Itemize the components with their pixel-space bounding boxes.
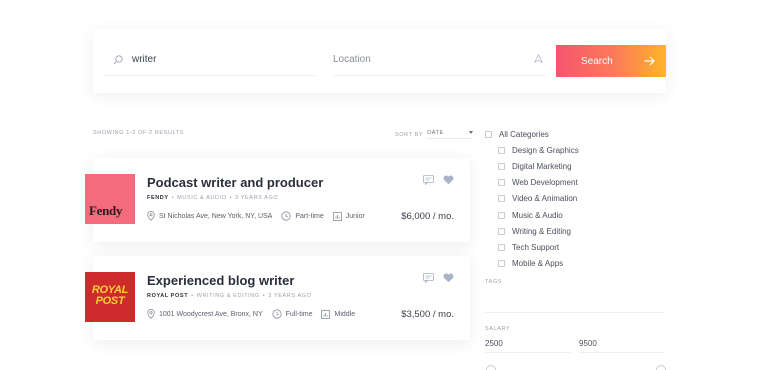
sort-select[interactable]: DATE <box>427 130 474 139</box>
checkbox[interactable] <box>498 162 505 170</box>
company-name[interactable]: FENDY <box>147 195 169 201</box>
job-type-text: Full-time <box>285 310 313 318</box>
job-level: Middle <box>321 309 356 319</box>
chevron-down-icon <box>469 131 474 134</box>
location-field[interactable]: Location <box>333 44 546 76</box>
job-posted: 3 YEARS AGO <box>235 195 279 201</box>
keyword-input[interactable]: writer <box>132 54 156 65</box>
job-location: 1001 Woodycrest Ave, Bronx, NY <box>147 309 263 319</box>
checkbox[interactable] <box>498 146 505 154</box>
salary-range-handle-min[interactable] <box>486 365 496 370</box>
category-label: Design & Graphics <box>512 145 579 155</box>
meta-separator: • <box>191 293 194 299</box>
checkbox[interactable] <box>498 260 505 268</box>
map-pin-icon <box>147 211 155 221</box>
level-chart-icon <box>332 211 342 221</box>
meta-separator: • <box>262 293 266 299</box>
category-option[interactable]: Tech Support <box>485 239 665 255</box>
sort-by: SORT BY DATE <box>395 130 474 139</box>
job-location: St Nicholas Ave, New York, NY, USA <box>147 211 272 221</box>
checkbox[interactable] <box>498 179 505 187</box>
meta-separator: • <box>171 195 175 201</box>
search-button[interactable]: Search <box>556 45 666 77</box>
clock-icon <box>281 211 291 221</box>
checkbox[interactable] <box>485 130 492 138</box>
company-name[interactable]: ROYAL POST <box>147 293 188 299</box>
heart-icon[interactable] <box>443 273 454 283</box>
card-actions <box>423 273 454 283</box>
company-logo: ROYAL POST <box>85 272 135 322</box>
card-actions <box>423 175 454 185</box>
level-chart-icon <box>321 309 331 319</box>
job-level-text: Middle <box>334 310 356 318</box>
category-filters: All Categories Design & Graphics Digital… <box>485 126 665 272</box>
category-option[interactable]: Web Development <box>485 175 665 191</box>
map-pin-icon <box>147 309 155 319</box>
job-salary: $3,500 / mo. <box>401 309 454 320</box>
job-info: 1001 Woodycrest Ave, Bronx, NY Full-time… <box>147 309 364 319</box>
checkbox[interactable] <box>498 227 505 235</box>
category-label: Digital Marketing <box>512 161 572 171</box>
job-level-text: Junior <box>345 212 365 220</box>
checkbox[interactable] <box>498 243 505 251</box>
salary-label: SALARY <box>485 326 511 332</box>
job-title[interactable]: Experienced blog writer <box>147 273 294 288</box>
job-type-text: Part-time <box>295 212 324 220</box>
sort-label: SORT BY <box>395 131 424 138</box>
job-salary: $6,000 / mo. <box>401 211 454 222</box>
job-meta: FENDY • MUSIC & AUDIO • 3 YEARS AGO <box>147 195 278 201</box>
job-category[interactable]: MUSIC & AUDIO <box>177 195 226 201</box>
clock-icon <box>272 309 282 319</box>
arrow-right-icon <box>644 56 655 66</box>
job-level: Junior <box>332 211 365 221</box>
category-label: Web Development <box>512 178 578 188</box>
salary-min-field[interactable]: 2500 <box>485 339 571 353</box>
logo-text: Fendy <box>89 203 123 218</box>
chat-icon[interactable] <box>423 175 434 185</box>
category-label: Writing & Editing <box>512 226 571 236</box>
category-option[interactable]: Video & Animation <box>485 191 665 207</box>
heart-icon[interactable] <box>443 175 454 185</box>
job-title[interactable]: Podcast writer and producer <box>147 175 323 190</box>
search-icon <box>113 54 123 65</box>
logo-text: ROYAL POST <box>91 284 129 307</box>
job-location-text: 1001 Woodycrest Ave, Bronx, NY <box>159 310 263 318</box>
tags-input[interactable] <box>485 312 665 313</box>
category-option[interactable]: Music & Audio <box>485 207 665 223</box>
job-info: St Nicholas Ave, New York, NY, USA Part-… <box>147 211 374 221</box>
category-option[interactable]: Mobile & Apps <box>485 256 665 272</box>
checkbox[interactable] <box>498 195 505 203</box>
job-card[interactable]: ROYAL POST Experienced blog writer ROYAL… <box>85 256 470 340</box>
category-label: All Categories <box>499 129 549 139</box>
job-type: Full-time <box>272 309 313 319</box>
company-logo: Fendy <box>85 174 135 224</box>
category-label: Video & Animation <box>512 194 578 204</box>
job-type: Part-time <box>281 211 324 221</box>
sort-value: DATE <box>427 130 444 136</box>
chat-icon[interactable] <box>423 273 434 283</box>
checkbox[interactable] <box>498 211 505 219</box>
category-option[interactable]: Digital Marketing <box>485 158 665 174</box>
category-option-all[interactable]: All Categories <box>485 126 665 142</box>
meta-separator: • <box>229 195 233 201</box>
location-input[interactable]: Location <box>333 54 371 65</box>
search-panel: writer Location Search <box>93 29 666 93</box>
job-category[interactable]: WRITING & EDITING <box>197 293 260 299</box>
salary-range-handle-max[interactable] <box>656 365 666 370</box>
category-option[interactable]: Design & Graphics <box>485 142 665 158</box>
results-count: SHOWING 1-2 OF 2 RESULTS <box>93 130 185 136</box>
job-meta: ROYAL POST • WRITING & EDITING • 3 YEARS… <box>147 293 311 299</box>
job-location-text: St Nicholas Ave, New York, NY, USA <box>159 212 273 220</box>
location-arrow-icon[interactable] <box>534 54 543 63</box>
job-posted: 3 YEARS AGO <box>268 293 312 299</box>
category-label: Mobile & Apps <box>512 259 564 269</box>
tags-label: TAGS <box>485 279 502 285</box>
category-option[interactable]: Writing & Editing <box>485 223 665 239</box>
salary-max-field[interactable]: 9500 <box>579 339 665 353</box>
category-label: Music & Audio <box>512 210 563 220</box>
category-label: Tech Support <box>512 242 560 252</box>
job-card[interactable]: Fendy Podcast writer and producer FENDY … <box>85 158 470 242</box>
search-button-label: Search <box>581 55 613 67</box>
keyword-field[interactable]: writer <box>105 44 316 76</box>
